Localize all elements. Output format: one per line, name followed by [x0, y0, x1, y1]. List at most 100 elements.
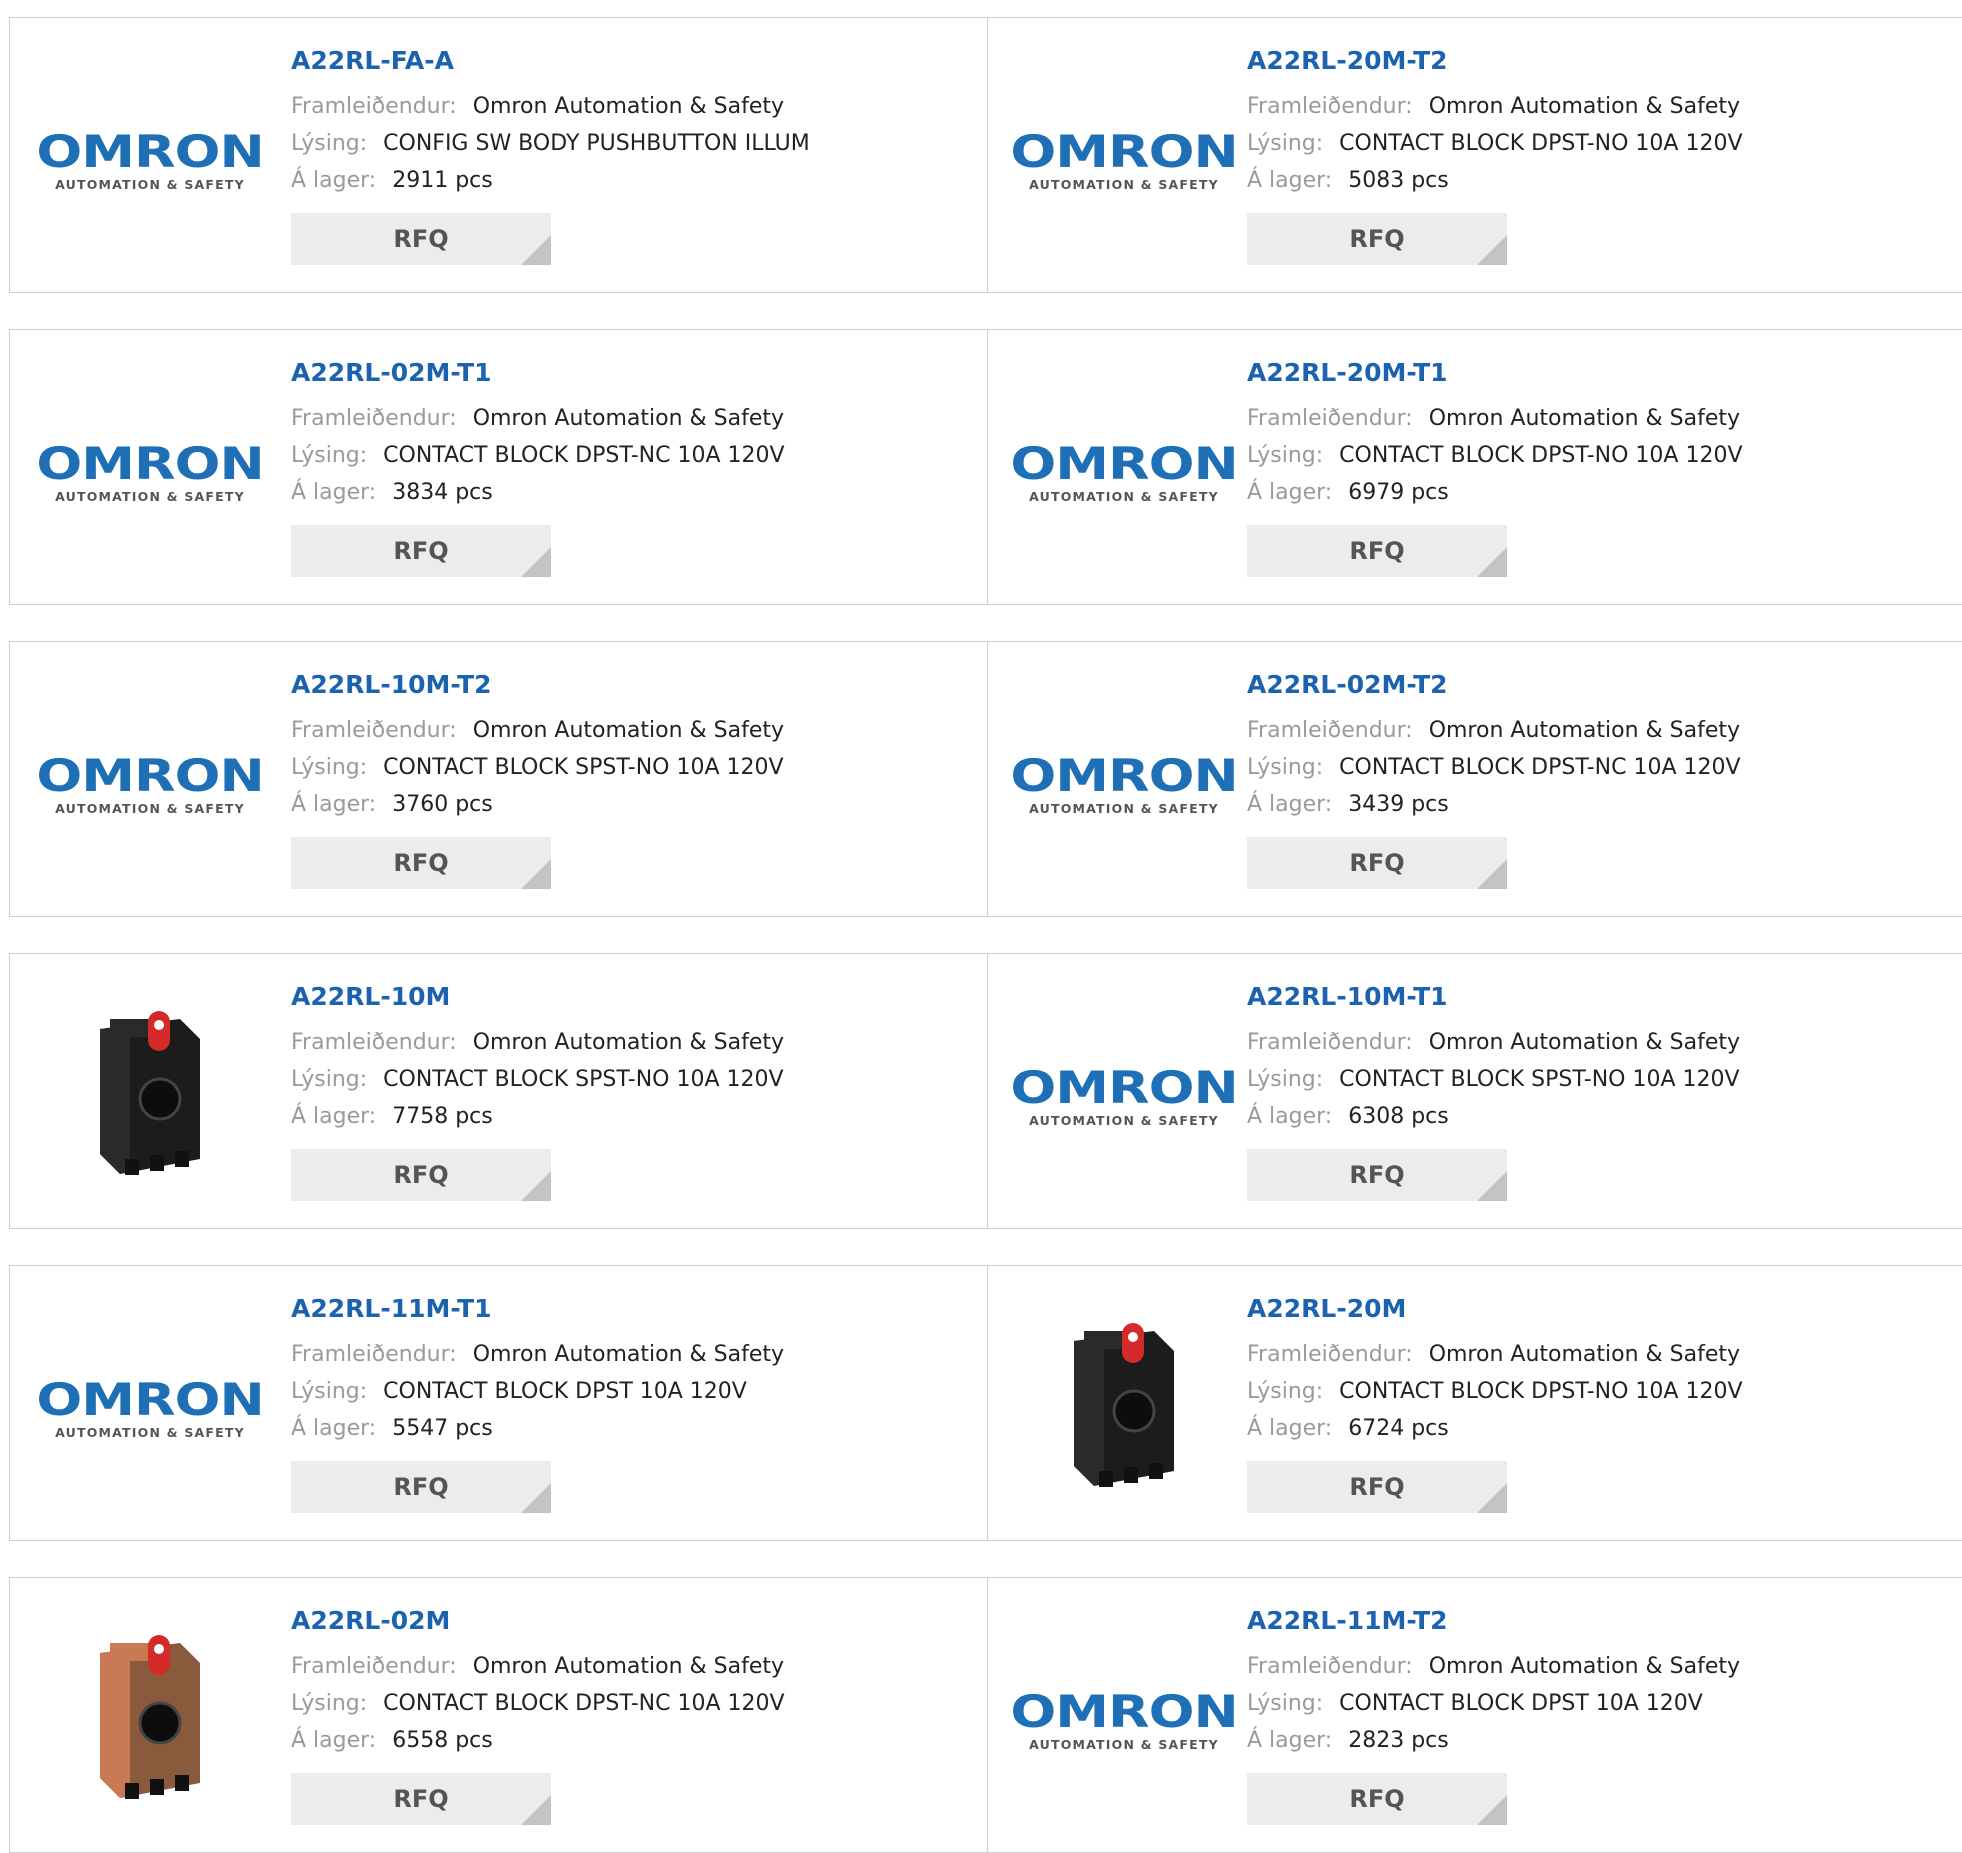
- rfq-label: RFQ: [1349, 225, 1405, 253]
- product-thumbnail[interactable]: OMRON AUTOMATION & SAFETY: [1010, 682, 1238, 882]
- product-thumbnail[interactable]: OMRON AUTOMATION & SAFETY: [36, 58, 264, 258]
- rfq-button[interactable]: RFQ: [1247, 1461, 1507, 1513]
- product-thumbnail[interactable]: [50, 1618, 250, 1818]
- description-value: CONTACT BLOCK DPST-NC 10A 120V: [1339, 755, 1741, 780]
- stock-row: Á lager: 2823 pcs: [1247, 1722, 1952, 1759]
- part-number-link[interactable]: A22RL-02M: [291, 1604, 977, 1638]
- product-thumbnail[interactable]: OMRON AUTOMATION & SAFETY: [1010, 1618, 1238, 1818]
- product-info: A22RL-10M Framleiðendur: Omron Automation…: [291, 980, 977, 1201]
- rfq-button[interactable]: RFQ: [291, 525, 551, 577]
- product-card-1: OMRON AUTOMATION & SAFETY A22RL-FA-A Fram…: [9, 17, 988, 293]
- manufacturer-value: Omron Automation & Safety: [1428, 94, 1741, 119]
- stock-value: 6724 pcs: [1348, 1416, 1449, 1441]
- stock-row: Á lager: 6558 pcs: [291, 1722, 977, 1759]
- stock-label: Á lager:: [291, 1728, 377, 1753]
- stock-row: Á lager: 6979 pcs: [1247, 474, 1952, 511]
- logo-word: OMRON: [36, 749, 264, 801]
- product-thumbnail[interactable]: OMRON AUTOMATION & SAFETY: [1010, 370, 1238, 570]
- stock-label: Á lager:: [291, 792, 377, 817]
- part-number-link[interactable]: A22RL-20M-T1: [1247, 356, 1952, 390]
- rfq-button[interactable]: RFQ: [291, 837, 551, 889]
- part-number-link[interactable]: A22RL-10M-T2: [291, 668, 977, 702]
- product-info: A22RL-10M-T2 Framleiðendur: Omron Automat…: [291, 668, 977, 889]
- description-row: Lýsing: CONTACT BLOCK DPST 10A 120V: [291, 1373, 977, 1410]
- description-row: Lýsing: CONFIG SW BODY PUSHBUTTON ILLUM: [291, 125, 977, 162]
- manufacturer-label: Framleiðendur:: [1247, 1654, 1413, 1679]
- stock-value: 2823 pcs: [1348, 1728, 1449, 1753]
- product-thumbnail[interactable]: OMRON AUTOMATION & SAFETY: [36, 370, 264, 570]
- manufacturer-value: Omron Automation & Safety: [472, 1342, 785, 1367]
- stock-value: 6558 pcs: [392, 1728, 493, 1753]
- rfq-button[interactable]: RFQ: [291, 1149, 551, 1201]
- description-label: Lýsing:: [291, 1067, 368, 1092]
- rfq-button[interactable]: RFQ: [291, 1773, 551, 1825]
- part-number-link[interactable]: A22RL-20M: [1247, 1292, 1952, 1326]
- rfq-corner-decoration: [1477, 1795, 1507, 1825]
- rfq-button[interactable]: RFQ: [1247, 525, 1507, 577]
- description-label: Lýsing:: [1247, 1379, 1324, 1404]
- product-thumbnail[interactable]: OMRON AUTOMATION & SAFETY: [36, 682, 264, 882]
- description-row: Lýsing: CONTACT BLOCK DPST-NO 10A 120V: [1247, 1373, 1952, 1410]
- rfq-button[interactable]: RFQ: [1247, 213, 1507, 265]
- manufacturer-row: Framleiðendur: Omron Automation & Safety: [291, 400, 977, 437]
- rfq-label: RFQ: [393, 225, 449, 253]
- logo-word: OMRON: [36, 437, 264, 489]
- manufacturer-row: Framleiðendur: Omron Automation & Safety: [291, 712, 977, 749]
- product-thumbnail[interactable]: [1024, 1306, 1224, 1506]
- description-row: Lýsing: CONTACT BLOCK DPST-NO 10A 120V: [1247, 437, 1952, 474]
- manufacturer-label: Framleiðendur:: [1247, 718, 1413, 743]
- manufacturer-label: Framleiðendur:: [1247, 1030, 1413, 1055]
- part-number-link[interactable]: A22RL-20M-T2: [1247, 44, 1952, 78]
- part-number-link[interactable]: A22RL-02M-T1: [291, 356, 977, 390]
- stock-value: 2911 pcs: [392, 168, 493, 193]
- logo-word: OMRON: [36, 125, 264, 177]
- rfq-corner-decoration: [1477, 547, 1507, 577]
- rfq-button[interactable]: RFQ: [1247, 837, 1507, 889]
- logo-subtitle: AUTOMATION & SAFETY: [1029, 800, 1219, 816]
- product-thumbnail[interactable]: OMRON AUTOMATION & SAFETY: [1010, 994, 1238, 1194]
- description-row: Lýsing: CONTACT BLOCK SPST-NO 10A 120V: [291, 1061, 977, 1098]
- description-label: Lýsing:: [1247, 1691, 1324, 1716]
- product-info: A22RL-10M-T1 Framleiðendur: Omron Automat…: [1247, 980, 1952, 1201]
- manufacturer-row: Framleiðendur: Omron Automation & Safety: [1247, 400, 1952, 437]
- manufacturer-row: Framleiðendur: Omron Automation & Safety: [1247, 712, 1952, 749]
- product-info: A22RL-02M-T1 Framleiðendur: Omron Automat…: [291, 356, 977, 577]
- description-label: Lýsing:: [291, 443, 368, 468]
- product-info: A22RL-FA-A Framleiðendur: Omron Automatio…: [291, 44, 977, 265]
- contact-block-photo: [100, 1011, 200, 1175]
- rfq-button[interactable]: RFQ: [291, 1461, 551, 1513]
- stock-label: Á lager:: [291, 1416, 377, 1441]
- description-row: Lýsing: CONTACT BLOCK SPST-NO 10A 120V: [291, 749, 977, 786]
- part-number-link[interactable]: A22RL-11M-T2: [1247, 1604, 1952, 1638]
- manufacturer-value: Omron Automation & Safety: [1428, 1342, 1741, 1367]
- manufacturer-label: Framleiðendur:: [1247, 406, 1413, 431]
- manufacturer-value: Omron Automation & Safety: [1428, 1654, 1741, 1679]
- logo-subtitle: AUTOMATION & SAFETY: [1029, 1112, 1219, 1128]
- product-card-5: OMRON AUTOMATION & SAFETY A22RL-10M-T2 Fr…: [9, 641, 988, 917]
- description-value: CONTACT BLOCK DPST-NC 10A 120V: [383, 1691, 785, 1716]
- description-row: Lýsing: CONTACT BLOCK SPST-NO 10A 120V: [1247, 1061, 1952, 1098]
- manufacturer-value: Omron Automation & Safety: [1428, 406, 1741, 431]
- rfq-button[interactable]: RFQ: [1247, 1773, 1507, 1825]
- description-value: CONTACT BLOCK DPST-NC 10A 120V: [383, 443, 785, 468]
- manufacturer-value: Omron Automation & Safety: [472, 718, 785, 743]
- stock-row: Á lager: 6724 pcs: [1247, 1410, 1952, 1447]
- product-thumbnail[interactable]: [50, 994, 250, 1194]
- stock-value: 5547 pcs: [392, 1416, 493, 1441]
- part-number-link[interactable]: A22RL-11M-T1: [291, 1292, 977, 1326]
- rfq-corner-decoration: [521, 859, 551, 889]
- product-thumbnail[interactable]: OMRON AUTOMATION & SAFETY: [36, 1306, 264, 1506]
- manufacturer-row: Framleiðendur: Omron Automation & Safety: [1247, 1648, 1952, 1685]
- rfq-label: RFQ: [1349, 537, 1405, 565]
- product-card-6: OMRON AUTOMATION & SAFETY A22RL-02M-T2 Fr…: [988, 641, 1962, 917]
- product-card-3: OMRON AUTOMATION & SAFETY A22RL-02M-T1 Fr…: [9, 329, 988, 605]
- description-label: Lýsing:: [291, 1691, 368, 1716]
- rfq-button[interactable]: RFQ: [291, 213, 551, 265]
- product-thumbnail[interactable]: OMRON AUTOMATION & SAFETY: [1010, 58, 1238, 258]
- part-number-link[interactable]: A22RL-FA-A: [291, 44, 977, 78]
- description-row: Lýsing: CONTACT BLOCK DPST-NO 10A 120V: [1247, 125, 1952, 162]
- part-number-link[interactable]: A22RL-10M: [291, 980, 977, 1014]
- part-number-link[interactable]: A22RL-02M-T2: [1247, 668, 1952, 702]
- part-number-link[interactable]: A22RL-10M-T1: [1247, 980, 1952, 1014]
- rfq-button[interactable]: RFQ: [1247, 1149, 1507, 1201]
